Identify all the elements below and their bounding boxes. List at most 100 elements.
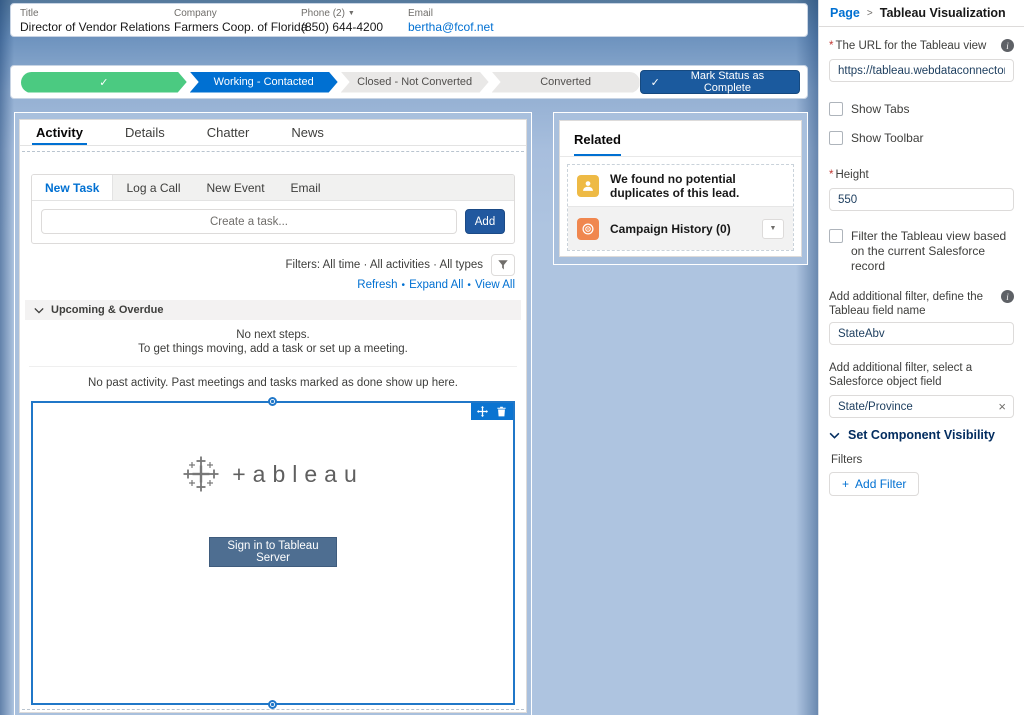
field-label: Title: [20, 7, 174, 20]
timeline-links-row: Refresh • Expand All • View All: [31, 278, 515, 292]
tab-news[interactable]: News: [291, 120, 324, 145]
field-label: Email: [408, 7, 807, 20]
task-composer-row: Add: [32, 201, 514, 243]
tab-email[interactable]: Email: [278, 175, 334, 200]
clear-icon[interactable]: ×: [998, 399, 1006, 414]
info-icon[interactable]: i: [1001, 39, 1014, 52]
duplicates-message: We found no potential duplicates of this…: [610, 172, 784, 200]
path-stage-completed[interactable]: ✓: [21, 72, 187, 93]
component-toolbar: [471, 403, 513, 420]
show-tabs-row: Show Tabs: [829, 102, 1014, 117]
resize-handle-top[interactable]: [268, 397, 277, 406]
mark-status-complete-button[interactable]: ✓ Mark Status as Complete: [640, 70, 800, 94]
show-tabs-label: Show Tabs: [851, 102, 909, 117]
no-next-steps-message: No next steps. To get things moving, add…: [25, 328, 521, 356]
tableau-visualization-component[interactable]: +ableau Sign in to Tableau Server: [31, 401, 515, 705]
upcoming-overdue-section[interactable]: Upcoming & Overdue: [25, 300, 521, 320]
set-component-visibility-section[interactable]: Set Component Visibility: [829, 428, 1014, 442]
tableau-logo: +ableau: [33, 455, 513, 493]
tab-details[interactable]: Details: [125, 120, 165, 145]
resize-handle-bottom[interactable]: [268, 700, 277, 709]
duplicates-alert-row[interactable]: We found no potential duplicates of this…: [568, 165, 793, 206]
tab-new-task[interactable]: New Task: [32, 175, 113, 200]
path-stage-converted[interactable]: Converted: [492, 72, 640, 93]
email-link[interactable]: bertha@fcof.net: [408, 20, 807, 34]
expand-all-link[interactable]: Expand All: [409, 279, 463, 291]
tableau-wordmark: +ableau: [232, 461, 364, 488]
chevron-down-icon: ▼: [770, 225, 777, 232]
highlights-panel[interactable]: Title Director of Vendor Relations Compa…: [10, 3, 808, 37]
filters-label: Filters: [829, 454, 1014, 466]
breadcrumb-separator: >: [867, 8, 873, 19]
tableau-logo-mark-icon: [182, 455, 220, 493]
no-past-activity-message: No past activity. Past meetings and task…: [29, 366, 517, 389]
field-email: Email bertha@fcof.net: [408, 7, 807, 36]
tab-new-event[interactable]: New Event: [194, 175, 278, 200]
tableau-sign-in-button[interactable]: Sign in to Tableau Server: [209, 537, 337, 567]
check-icon: ✓: [651, 76, 660, 89]
salesforce-field-label: Add additional filter, select a Salesfor…: [829, 361, 1014, 389]
builder-drop-zone: New Task Log a Call New Event Email Add …: [22, 151, 524, 710]
show-toolbar-row: Show Toolbar: [829, 131, 1014, 146]
campaign-history-icon: [577, 218, 599, 240]
record-tabs-panel: Activity Details Chatter News New Task L…: [19, 119, 527, 713]
record-filter-checkbox[interactable]: [829, 229, 843, 243]
timeline-filters-row: Filters: All time · All activities · All…: [31, 254, 515, 276]
create-task-input[interactable]: [41, 209, 457, 234]
field-label: Phone (2)▼: [301, 7, 408, 20]
campaign-history-label: Campaign History (0): [610, 222, 731, 236]
breadcrumb-page-link[interactable]: Page: [830, 6, 860, 20]
separator: •: [402, 280, 406, 291]
view-all-link[interactable]: View All: [475, 279, 515, 291]
show-tabs-checkbox[interactable]: [829, 102, 843, 116]
campaign-history-menu-button[interactable]: ▼: [762, 219, 784, 239]
field-title: Title Director of Vendor Relations: [20, 7, 174, 36]
breadcrumb-component: Tableau Visualization: [880, 6, 1006, 20]
show-toolbar-checkbox[interactable]: [829, 131, 843, 145]
record-filter-label: Filter the Tableau view based on the cur…: [851, 229, 1014, 274]
salesforce-field-input[interactable]: [829, 395, 1014, 418]
chevron-down-icon[interactable]: ▼: [348, 10, 355, 17]
info-icon[interactable]: i: [1001, 290, 1014, 303]
tab-chatter[interactable]: Chatter: [207, 120, 250, 145]
field-label: Company: [174, 7, 301, 20]
visibility-section-title: Set Component Visibility: [848, 428, 995, 442]
related-tabset: Related: [560, 121, 801, 157]
show-toolbar-label: Show Toolbar: [851, 131, 924, 146]
breadcrumb: Page > Tableau Visualization: [819, 0, 1024, 27]
separator: •: [467, 280, 471, 291]
trash-icon[interactable]: [496, 406, 507, 417]
field-phone: Phone (2)▼ (850) 644-4200: [301, 7, 408, 36]
path-stage-working-contacted[interactable]: Working - Contacted: [190, 72, 338, 93]
page-canvas: Title Director of Vendor Relations Compa…: [0, 0, 818, 715]
filter-button[interactable]: [491, 254, 515, 276]
path-stage-closed-not-converted[interactable]: Closed - Not Converted: [341, 72, 489, 93]
add-filter-button[interactable]: + Add Filter: [829, 472, 919, 496]
composer-tabset: New Task Log a Call New Event Email: [32, 175, 514, 201]
add-task-button[interactable]: Add: [465, 209, 505, 234]
height-field-label: *Height: [829, 168, 1014, 182]
height-input[interactable]: [829, 188, 1014, 211]
url-field-label: *The URL for the Tableau view i: [829, 39, 1014, 53]
field-value: (850) 644-4200: [301, 20, 408, 34]
field-value: Director of Vendor Relations: [20, 20, 174, 34]
field-value: Farmers Coop. of Florida: [174, 20, 301, 34]
path-panel: ✓ Working - Contacted Closed - Not Conve…: [10, 65, 808, 99]
chevron-down-icon: [34, 307, 44, 314]
chevron-down-icon: [829, 432, 840, 439]
tableau-url-input[interactable]: [829, 59, 1014, 82]
tab-log-a-call[interactable]: Log a Call: [113, 175, 193, 200]
lead-duplicates-icon: [577, 175, 599, 197]
sales-path: ✓ Working - Contacted Closed - Not Conve…: [21, 72, 640, 93]
filters-summary: Filters: All time · All activities · All…: [286, 259, 483, 271]
record-tabset: Activity Details Chatter News: [20, 120, 526, 146]
tab-related[interactable]: Related: [574, 132, 621, 156]
move-icon[interactable]: [477, 406, 488, 417]
tab-activity[interactable]: Activity: [36, 120, 83, 145]
refresh-link[interactable]: Refresh: [357, 279, 397, 291]
campaign-history-row[interactable]: Campaign History (0) ▼: [568, 206, 793, 250]
related-panel: Related We found no potential duplicates…: [559, 120, 802, 257]
tableau-field-input[interactable]: [829, 322, 1014, 345]
check-icon: ✓: [99, 76, 108, 89]
related-components-zone: We found no potential duplicates of this…: [567, 164, 794, 251]
